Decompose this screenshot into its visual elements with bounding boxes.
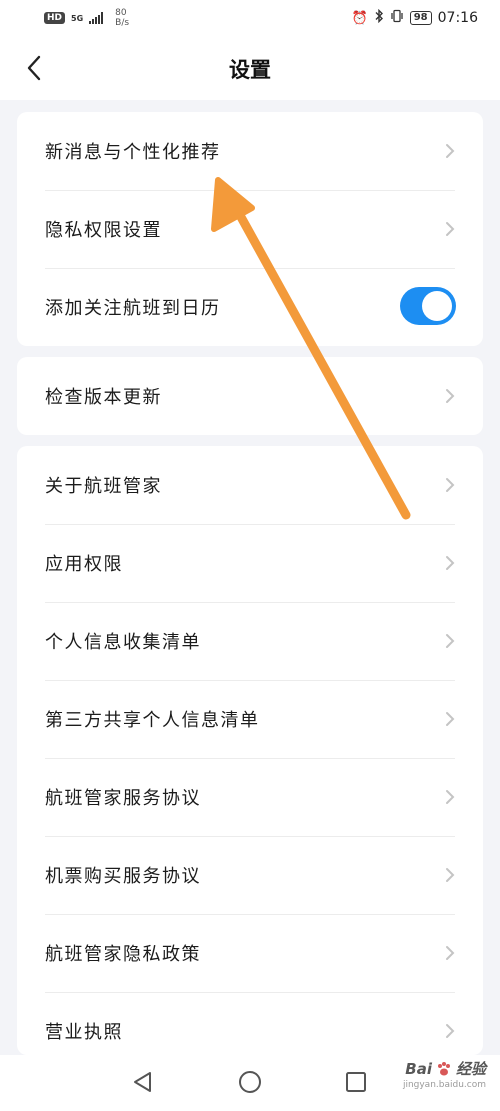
settings-item-privacy[interactable]: 隐私权限设置 [17, 190, 483, 268]
triangle-back-icon [134, 1072, 151, 1092]
clock: 07:16 [437, 10, 478, 26]
speed-value: 80 [115, 8, 127, 18]
settings-item-about[interactable]: 关于航班管家 [17, 446, 483, 524]
square-recents-icon [346, 1072, 366, 1092]
speed-unit: B/s [115, 18, 130, 28]
bluetooth-icon [374, 8, 384, 27]
settings-item-label: 航班管家服务协议 [45, 788, 201, 809]
nav-header: 设置 [0, 36, 500, 100]
settings-item-label: 航班管家隐私政策 [45, 944, 201, 965]
watermark-brand: Bai [405, 1059, 432, 1078]
settings-item-third-party-sharing[interactable]: 第三方共享个人信息清单 [17, 680, 483, 758]
settings-item-label: 机票购买服务协议 [45, 866, 201, 887]
paw-icon [437, 1061, 450, 1075]
watermark: Bai 经验 jingyan.baidu.com [403, 1058, 486, 1091]
settings-item-ticket-agreement[interactable]: 机票购买服务协议 [17, 836, 483, 914]
settings-item-label: 个人信息收集清单 [45, 632, 201, 653]
settings-item-privacy-policy[interactable]: 航班管家隐私政策 [17, 914, 483, 992]
status-bar: HD 5G 80 B/s ⏰ 98 07:16 [0, 0, 500, 36]
chevron-right-icon [446, 144, 455, 158]
chevron-right-icon [446, 478, 455, 492]
settings-item-label: 添加关注航班到日历 [45, 298, 221, 319]
settings-group-version: 检查版本更新 [17, 357, 483, 435]
vibrate-icon [390, 9, 404, 27]
chevron-right-icon [446, 222, 455, 236]
watermark-suffix: 经验 [455, 1060, 486, 1078]
network-speed: 80 B/s [115, 8, 129, 28]
settings-item-app-permissions[interactable]: 应用权限 [17, 524, 483, 602]
nav-home-button[interactable] [237, 1069, 263, 1095]
watermark-url: jingyan.baidu.com [402, 1080, 486, 1090]
hd-badge: HD [44, 12, 66, 24]
settings-item-new-message[interactable]: 新消息与个性化推荐 [17, 112, 483, 190]
settings-item-label: 检查版本更新 [45, 387, 162, 408]
status-right: ⏰ 98 07:16 [351, 8, 478, 27]
settings-item-label: 应用权限 [45, 554, 123, 575]
network-type: 5G [71, 13, 84, 23]
chevron-right-icon [446, 790, 455, 804]
chevron-right-icon [446, 946, 455, 960]
chevron-right-icon [446, 556, 455, 570]
battery-indicator: 98 [409, 11, 432, 25]
calendar-toggle-switch[interactable] [400, 287, 456, 325]
nav-back-button[interactable] [130, 1069, 156, 1095]
chevron-right-icon [446, 389, 455, 403]
settings-item-label: 新消息与个性化推荐 [45, 142, 221, 163]
settings-item-label: 营业执照 [45, 1022, 123, 1043]
chevron-right-icon [446, 868, 455, 882]
nav-recents-button[interactable] [343, 1069, 369, 1095]
settings-item-service-agreement[interactable]: 航班管家服务协议 [17, 758, 483, 836]
chevron-right-icon [446, 712, 455, 726]
settings-item-label: 关于航班管家 [45, 476, 162, 497]
toggle-knob [422, 291, 452, 321]
chevron-right-icon [446, 1024, 455, 1038]
settings-item-check-update[interactable]: 检查版本更新 [17, 357, 483, 435]
settings-item-calendar: 添加关注航班到日历 [17, 268, 483, 346]
alarm-icon: ⏰ [351, 10, 368, 26]
settings-item-business-license[interactable]: 营业执照 [17, 992, 483, 1055]
settings-group-about: 关于航班管家 应用权限 个人信息收集清单 第三方共享个人信息清单 航班管家服务协… [17, 446, 483, 1055]
settings-item-info-collection[interactable]: 个人信息收集清单 [17, 602, 483, 680]
status-left: HD 5G 80 B/s [44, 8, 129, 28]
page-title: 设置 [229, 58, 271, 82]
settings-item-label: 隐私权限设置 [45, 220, 162, 241]
signal-icon [89, 12, 104, 24]
settings-group-notifications: 新消息与个性化推荐 隐私权限设置 添加关注航班到日历 [17, 112, 483, 346]
chevron-right-icon [446, 634, 455, 648]
settings-item-label: 第三方共享个人信息清单 [45, 710, 260, 731]
circle-home-icon [239, 1071, 261, 1093]
